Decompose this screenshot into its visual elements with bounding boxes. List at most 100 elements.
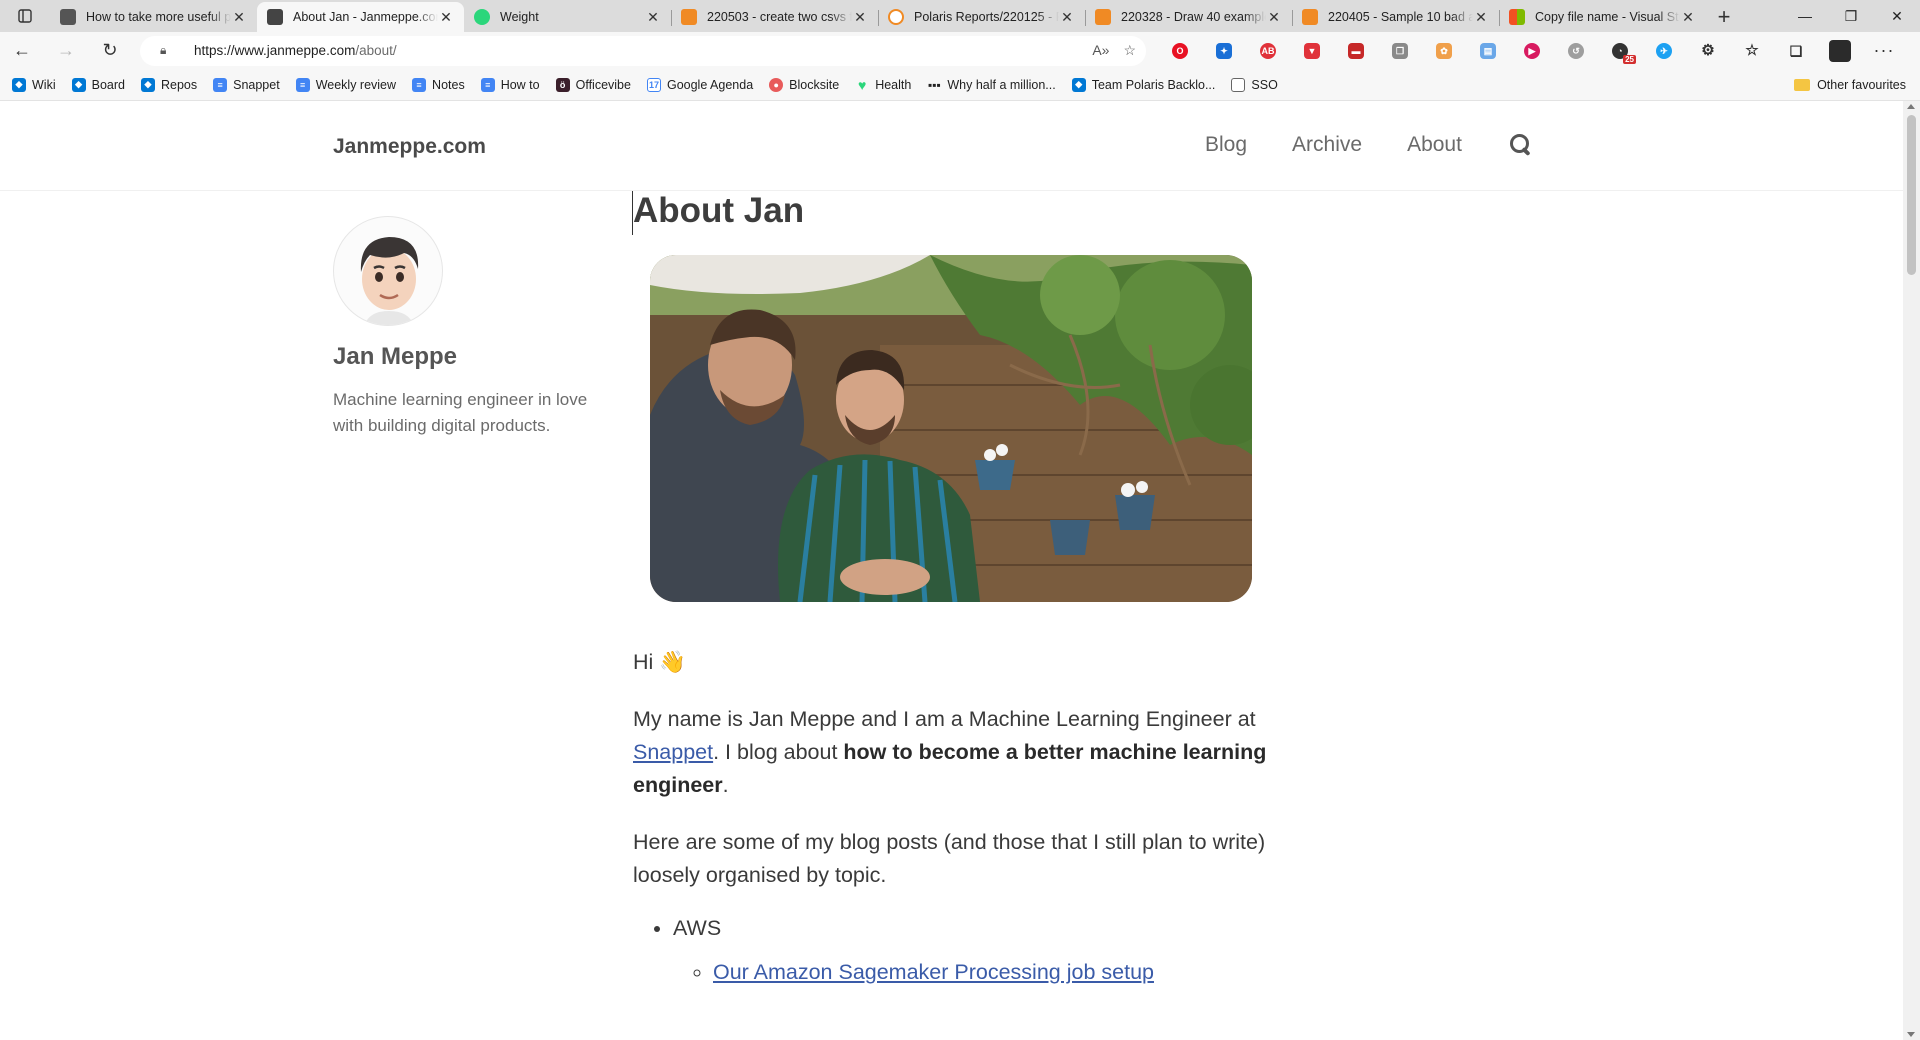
red-extension-icon[interactable]: ▬ <box>1334 35 1378 67</box>
bookmark-team-polaris-backlog[interactable]: ◆ Team Polaris Backlo... <box>1071 77 1215 92</box>
tab-title: 220405 - Sample 10 bad a <box>1328 10 1473 24</box>
browser-tab[interactable]: 220503 - create two csvs fo ✕ <box>671 2 878 32</box>
tab-close-icon[interactable]: ✕ <box>1059 9 1075 26</box>
bookmark-google-agenda[interactable]: 17 Google Agenda <box>646 77 753 92</box>
bookmark-wiki[interactable]: ◆ Wiki <box>12 77 56 92</box>
bookmark-officevibe[interactable]: ö Officevibe <box>555 77 631 92</box>
site-title-link[interactable]: Janmeppe.com <box>333 135 486 159</box>
page-viewport: Janmeppe.com Blog Archive About Jan Mepp… <box>0 101 1903 1040</box>
tab-favicon-icon <box>1509 9 1525 25</box>
browser-tab[interactable]: How to take more useful p ✕ <box>50 2 257 32</box>
back-button[interactable]: ← <box>0 35 44 67</box>
add-favourite-icon[interactable]: ☆ <box>1123 42 1136 59</box>
blocksite-icon: ● <box>769 77 784 92</box>
author-sidebar: Jan Meppe Machine learning engineer in l… <box>333 216 613 439</box>
tab-favicon-icon <box>681 9 697 25</box>
tab-title: 220328 - Draw 40 example <box>1121 10 1266 24</box>
history-extension-icon[interactable]: ↺ <box>1554 35 1598 67</box>
azure-devops-icon: ◆ <box>140 77 155 92</box>
officevibe-icon: ö <box>555 77 570 92</box>
browser-tab[interactable]: 220405 - Sample 10 bad a ✕ <box>1292 2 1499 32</box>
browser-tab[interactable]: Copy file name - Visual Stu ✕ <box>1499 2 1706 32</box>
tab-title: Polaris Reports/220125 - P <box>914 10 1059 24</box>
tab-close-icon[interactable]: ✕ <box>852 9 868 26</box>
post-item: Our Amazon Sagemaker Processing job setu… <box>713 956 1273 989</box>
snappet-link[interactable]: Snappet <box>633 740 713 764</box>
play-extension-icon[interactable]: ▶ <box>1510 35 1554 67</box>
bookmark-health[interactable]: ♥ Health <box>855 76 911 93</box>
extensions-icon[interactable]: ⚙ <box>1686 35 1730 67</box>
scroll-down-icon[interactable] <box>1907 1032 1915 1037</box>
badge-extension-icon[interactable]: ◔ 25 <box>1598 35 1642 67</box>
bookmark-why-half-a-million[interactable]: ▪▪▪ Why half a million... <box>927 78 1056 92</box>
read-aloud-icon[interactable]: A» <box>1092 42 1109 59</box>
url-path: /about/ <box>355 43 397 58</box>
nav-about-link[interactable]: About <box>1407 133 1462 157</box>
more-menu-icon[interactable]: ··· <box>1862 35 1906 67</box>
browser-tab[interactable]: Polaris Reports/220125 - P ✕ <box>878 2 1085 32</box>
refresh-icon: ↻ <box>102 40 118 60</box>
tab-close-icon[interactable]: ✕ <box>1680 9 1696 26</box>
tab-close-icon[interactable]: ✕ <box>645 9 661 26</box>
close-window-icon[interactable]: ✕ <box>1874 0 1920 32</box>
bookmark-how-to[interactable]: ≡ How to <box>480 77 540 92</box>
bookmark-sso[interactable]: SSO <box>1231 77 1278 92</box>
scroll-up-icon[interactable] <box>1907 104 1915 109</box>
new-tab-button[interactable]: + <box>1706 2 1742 32</box>
restore-icon[interactable]: ❐ <box>1828 0 1874 32</box>
hammer-extension-icon[interactable]: ✦ <box>1202 35 1246 67</box>
hero-photo <box>650 255 1252 602</box>
other-favourites-folder[interactable]: Other favourites <box>1794 78 1906 92</box>
main-content: About Jan Hi 👋 My name is Jan Meppe and … <box>632 183 1273 989</box>
tab-actions-icon <box>18 9 32 23</box>
tab-close-icon[interactable]: ✕ <box>231 9 247 26</box>
scrollbar-thumb[interactable] <box>1907 115 1916 275</box>
copy-extension-icon[interactable]: ❐ <box>1378 35 1422 67</box>
browser-toolbar: ← → ↻ 🔒︎ https://www.janmeppe.com/about/… <box>0 32 1920 69</box>
forward-button[interactable]: → <box>44 35 88 67</box>
tab-title: About Jan - Janmeppe.com <box>293 10 438 24</box>
bookmark-board[interactable]: ◆ Board <box>71 77 125 92</box>
browser-tab[interactable]: 220328 - Draw 40 example ✕ <box>1085 2 1292 32</box>
bookmark-repos[interactable]: ◆ Repos <box>140 77 197 92</box>
minimize-icon[interactable]: — <box>1782 0 1828 32</box>
browser-tab[interactable]: Weight ✕ <box>464 2 671 32</box>
profile-avatar[interactable] <box>1818 35 1862 67</box>
site-header: Janmeppe.com Blog Archive About <box>0 101 1903 191</box>
adblock-extension-icon[interactable]: AB <box>1246 35 1290 67</box>
heart-icon: ♥ <box>858 76 867 93</box>
collections-icon[interactable]: ❏ <box>1774 35 1818 67</box>
search-icon[interactable] <box>1509 134 1532 156</box>
bookmark-notes[interactable]: ≡ Notes <box>412 77 465 92</box>
tab-actions-button[interactable] <box>0 0 50 32</box>
page-icon <box>1231 77 1246 92</box>
opera-extension-icon[interactable]: O <box>1158 35 1202 67</box>
tab-strip: How to take more useful p ✕ About Jan - … <box>0 0 1920 32</box>
bird-extension-icon[interactable]: ✈ <box>1642 35 1686 67</box>
page-scrollbar[interactable] <box>1903 101 1920 1040</box>
post-link[interactable]: Our Amazon Sagemaker Processing job setu… <box>713 960 1154 984</box>
favourites-icon[interactable]: ☆ <box>1730 35 1774 67</box>
tab-favicon-icon <box>1302 9 1318 25</box>
greeting-text: Hi 👋 <box>633 650 687 674</box>
bookmark-blocksite[interactable]: ● Blocksite <box>769 77 839 92</box>
bookmark-weekly-review[interactable]: ≡ Weekly review <box>295 77 396 92</box>
orange-extension-icon[interactable]: ✿ <box>1422 35 1466 67</box>
tab-close-icon[interactable]: ✕ <box>1266 9 1282 26</box>
refresh-button[interactable]: ↻ <box>88 35 132 67</box>
avatar <box>333 216 443 326</box>
tab-close-icon[interactable]: ✕ <box>438 9 454 26</box>
bookmark-snappet[interactable]: ≡ Snappet <box>213 77 280 92</box>
google-docs-icon: ≡ <box>412 77 427 92</box>
doc-extension-icon[interactable]: ▤ <box>1466 35 1510 67</box>
page-title: About Jan <box>632 191 1273 235</box>
nav-blog-link[interactable]: Blog <box>1205 133 1247 157</box>
shield-extension-icon[interactable]: ▼ <box>1290 35 1334 67</box>
browser-tab-active[interactable]: About Jan - Janmeppe.com ✕ <box>257 2 464 32</box>
nav-archive-link[interactable]: Archive <box>1292 133 1362 157</box>
tab-title: 220503 - create two csvs fo <box>707 10 852 24</box>
intro-paragraph: My name is Jan Meppe and I am a Machine … <box>633 707 1267 797</box>
tab-close-icon[interactable]: ✕ <box>1473 9 1489 26</box>
address-bar[interactable]: 🔒︎ https://www.janmeppe.com/about/ A» ☆ <box>140 35 1146 66</box>
tab-favicon-icon <box>474 9 490 25</box>
